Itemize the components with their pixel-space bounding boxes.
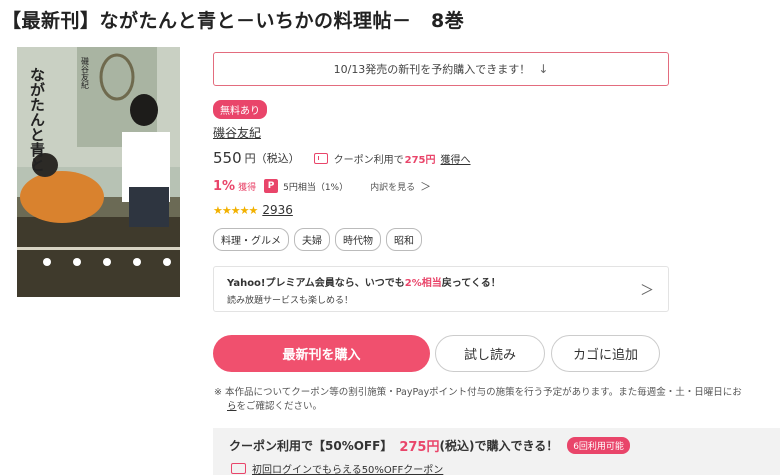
- yahoo-headline-suffix: 戻ってくる！: [441, 278, 501, 289]
- first-login-coupon-link[interactable]: 初回ログインでもらえる50%OFFクーポン: [252, 461, 443, 475]
- coupon-acquire-link[interactable]: 獲得へ: [441, 151, 471, 166]
- review-count-link[interactable]: 2936: [262, 203, 293, 217]
- points-percent: 1%: [213, 178, 236, 194]
- tag-period-drama[interactable]: 時代物: [335, 228, 381, 251]
- free-available-badge: 無料あり: [213, 100, 267, 119]
- coupon-panel-item[interactable]: 初回ログインでもらえる50%OFFクーポン: [229, 461, 764, 475]
- notice-link[interactable]: ら: [227, 401, 237, 412]
- discount-notice: ※ 本作品についてクーポン等の割引施策・PayPayポイント付与の施策を行う予定…: [214, 386, 780, 414]
- coupon-panel-unit: (税込)で購入できる！: [439, 439, 559, 453]
- cover-author-text: 磯谷友紀: [81, 56, 90, 89]
- rating-row: ★★★★★ 2936: [213, 203, 293, 217]
- cover-title-text: ながたんと青と: [28, 67, 46, 172]
- yahoo-headline-text: Yahoo!プレミアム会員なら、いつでも: [227, 278, 405, 289]
- author-link[interactable]: 磯谷友紀: [213, 124, 261, 141]
- price-value: 550: [213, 149, 242, 167]
- tag-showa[interactable]: 昭和: [386, 228, 422, 251]
- points-get-label: 獲得: [238, 182, 257, 193]
- buy-latest-button[interactable]: 最新刊を購入: [213, 335, 430, 372]
- chevron-right-icon[interactable]: ＞: [420, 178, 431, 194]
- price-row: 550 円（税込） クーポン利用で 275円 獲得へ: [213, 149, 471, 167]
- yahoo-premium-headline: Yahoo!プレミアム会員なら、いつでも2%相当戻ってくる！: [227, 274, 655, 289]
- notice-line-2: らをご確認ください。: [214, 400, 780, 414]
- preorder-banner[interactable]: 10/13発売の新刊を予約購入できます！ ↓: [213, 52, 669, 86]
- points-equivalent: 5円相当（1%）: [283, 182, 349, 193]
- yahoo-headline-highlight: 2%相当: [404, 278, 442, 289]
- coupon-panel-price: 275円: [399, 440, 440, 455]
- price-unit: 円（税込）: [244, 152, 300, 165]
- notice-line-1: ※ 本作品についてクーポン等の割引施策・PayPayポイント付与の施策を行う予定…: [214, 387, 742, 398]
- coupon-panel: クーポン利用で【50%OFF】 275円 (税込)で購入できる！ 6回利用可能 …: [213, 428, 780, 475]
- yahoo-premium-subtext: 読み放題サービスも楽しめる！: [227, 296, 354, 306]
- star-rating-icon: ★★★★★: [213, 203, 258, 217]
- trial-read-button[interactable]: 試し読み: [435, 335, 545, 372]
- coupon-uses-badge: 6回利用可能: [567, 437, 630, 454]
- points-row: 1% 獲得 P 5円相当（1%） 内訳を見る ＞: [213, 178, 431, 194]
- coupon-panel-headline: クーポン利用で【50%OFF】 275円 (税込)で購入できる！ 6回利用可能: [229, 436, 764, 455]
- coupon-price: 275円: [404, 154, 436, 166]
- add-to-cart-button[interactable]: カゴに追加: [551, 335, 660, 372]
- coupon-icon: [313, 152, 328, 164]
- chevron-right-icon: ＞: [640, 283, 654, 299]
- tag-cooking-gourmet[interactable]: 料理・グルメ: [213, 228, 289, 251]
- book-cover-image[interactable]: ながたんと青と 磯谷友紀: [17, 47, 180, 297]
- coupon-panel-text: クーポン利用で【50%OFF】: [229, 439, 393, 453]
- preorder-text: 10/13発売の新刊を予約購入できます！: [333, 63, 531, 76]
- yahoo-premium-banner[interactable]: Yahoo!プレミアム会員なら、いつでも2%相当戻ってくる！ 読み放題サービスも…: [213, 266, 669, 312]
- points-detail-link[interactable]: 内訳を見る: [370, 180, 415, 193]
- page-title: 【最新刊】ながたんと青と－いちかの料理帖－ 8巻: [2, 10, 465, 32]
- download-arrow-icon: ↓: [538, 62, 549, 76]
- coupon-icon: [231, 463, 246, 474]
- coupon-text: クーポン利用で: [333, 154, 404, 166]
- tag-couple[interactable]: 夫婦: [294, 228, 330, 251]
- paypay-icon: P: [264, 179, 279, 193]
- genre-tags: 料理・グルメ 夫婦 時代物 昭和: [213, 228, 422, 251]
- notice-line-2-text: をご確認ください。: [236, 400, 323, 412]
